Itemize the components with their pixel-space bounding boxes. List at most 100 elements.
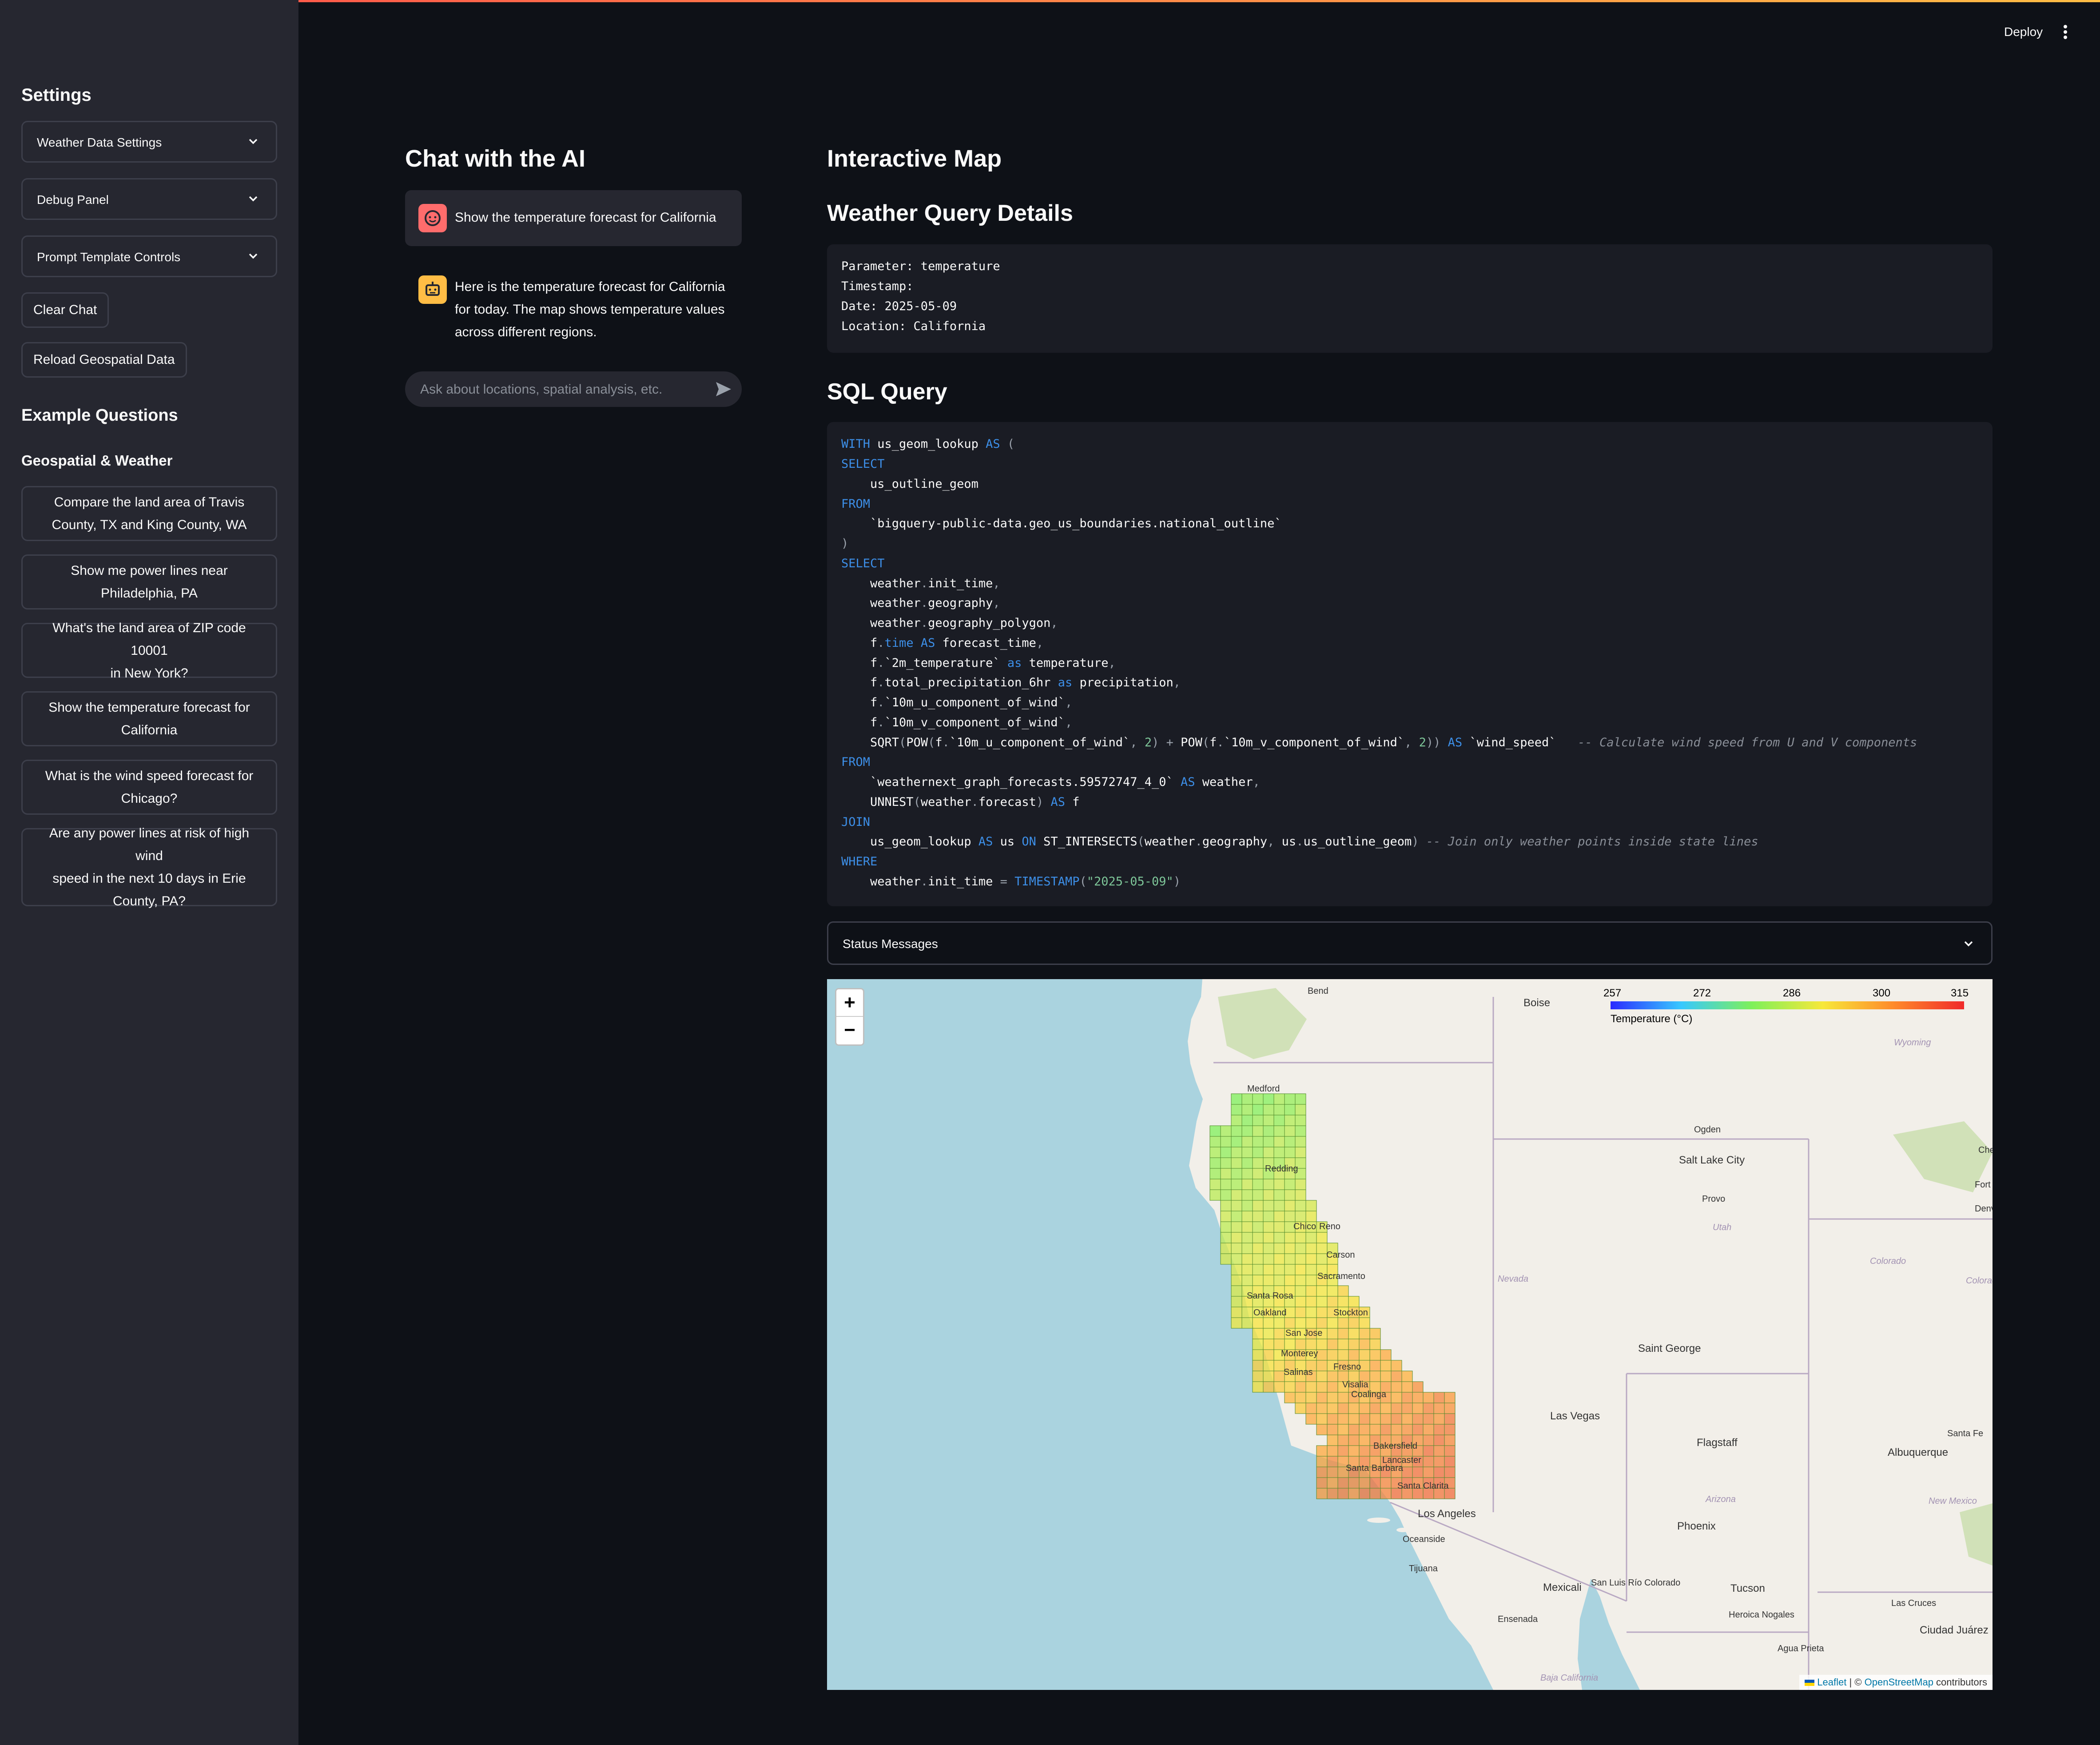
temperature-cell <box>1316 1307 1328 1318</box>
map-canvas[interactable] <box>827 979 1993 1690</box>
temperature-cell <box>1348 1424 1360 1435</box>
example-question-button[interactable]: Are any power lines at risk of high wind… <box>21 826 277 908</box>
openstreetmap-link[interactable]: OpenStreetMap <box>1865 1677 1933 1688</box>
temperature-cell <box>1220 1200 1232 1211</box>
temperature-cell <box>1273 1243 1285 1254</box>
temperature-cell <box>1231 1189 1242 1201</box>
channel-island <box>1396 1528 1409 1532</box>
temperature-cell <box>1241 1243 1253 1254</box>
temperature-cell <box>1273 1317 1285 1329</box>
temperature-cell <box>1252 1157 1264 1169</box>
assistant-message-line: Here is the temperature forecast for Cal… <box>455 279 725 294</box>
temperature-cell <box>1241 1253 1253 1265</box>
temperature-cell <box>1284 1243 1296 1254</box>
deploy-button[interactable]: Deploy <box>2004 25 2043 39</box>
temperature-cell <box>1231 1147 1242 1158</box>
send-icon[interactable] <box>714 380 732 398</box>
debug-panel-expander[interactable]: Debug Panel <box>21 178 277 220</box>
example-question-button[interactable]: What is the wind speed forecast for Chica… <box>21 760 277 815</box>
temperature-cell <box>1348 1434 1360 1446</box>
temperature-cell <box>1241 1232 1253 1243</box>
temperature-cell <box>1241 1115 1253 1126</box>
temperature-cell <box>1401 1466 1413 1478</box>
leaflet-link[interactable]: Leaflet <box>1817 1677 1846 1688</box>
temperature-cell <box>1380 1413 1392 1425</box>
map-place-label: Medford <box>1247 1084 1280 1094</box>
map-place-label: Carson <box>1326 1250 1355 1260</box>
temperature-cell <box>1241 1157 1253 1169</box>
assistant-message-line: across different regions. <box>455 325 597 339</box>
temperature-cell <box>1316 1392 1328 1403</box>
temperature-cell <box>1241 1264 1253 1275</box>
reload-geospatial-data-button[interactable]: Reload Geospatial Data <box>21 342 187 378</box>
temperature-cell <box>1263 1221 1274 1233</box>
clear-chat-button[interactable]: Clear Chat <box>21 292 109 328</box>
temperature-cell <box>1252 1211 1264 1222</box>
zoom-in-button[interactable]: + <box>836 989 863 1017</box>
prompt-template-controls-expander[interactable]: Prompt Template Controls <box>21 235 277 277</box>
temperature-cell <box>1284 1392 1296 1403</box>
temperature-cell <box>1252 1093 1264 1105</box>
weather-data-settings-expander[interactable]: Weather Data Settings <box>21 121 277 163</box>
temperature-cell <box>1401 1402 1413 1414</box>
temperature-cell <box>1273 1381 1285 1393</box>
temperature-cell <box>1337 1392 1349 1403</box>
temperature-cell <box>1305 1413 1317 1425</box>
example-question-button[interactable]: Show the temperature forecast for Califor… <box>21 691 277 746</box>
temperature-cell <box>1284 1232 1296 1243</box>
temperature-cell <box>1263 1093 1274 1105</box>
temperature-cell <box>1241 1136 1253 1147</box>
map-place-label: Bend <box>1308 986 1328 996</box>
example-question-button[interactable]: Show me power lines near Philadelphia, PA <box>21 554 277 610</box>
map-place-label: Tucson <box>1730 1582 1765 1594</box>
zoom-out-button[interactable]: − <box>836 1017 863 1044</box>
example-question-button[interactable]: What's the land area of ZIP code 10001 in… <box>21 621 277 681</box>
temperature-cell <box>1252 1275 1264 1286</box>
temperature-cell <box>1263 1243 1274 1254</box>
temperature-cell <box>1316 1360 1328 1371</box>
temperature-cell <box>1241 1221 1253 1233</box>
temperature-cell <box>1231 1093 1242 1105</box>
temperature-cell <box>1348 1328 1360 1339</box>
temperature-cell <box>1305 1339 1317 1350</box>
temperature-cell <box>1263 1189 1274 1201</box>
temperature-cell <box>1348 1477 1360 1489</box>
temperature-cell <box>1220 1157 1232 1169</box>
temperature-cell <box>1273 1179 1285 1190</box>
temperature-cell <box>1316 1381 1328 1393</box>
sql-query-title: SQL Query <box>827 379 947 405</box>
temperature-cell <box>1284 1339 1296 1350</box>
temperature-cell <box>1252 1232 1264 1243</box>
temperature-cell <box>1305 1307 1317 1318</box>
temperature-cell <box>1263 1211 1274 1222</box>
chevron-down-icon <box>249 139 258 144</box>
temperature-legend: 257 272 286 300 315 Temperature (°C) <box>1600 987 1969 1036</box>
map-place-label: Chey <box>1978 1145 1993 1155</box>
temperature-cell <box>1444 1402 1456 1414</box>
sql-line: WITH us_geom_lookup AS ( <box>841 437 1015 451</box>
chat-input[interactable]: Ask about locations, spatial analysis, e… <box>405 371 742 407</box>
question-line: Show the temperature forecast for <box>48 700 250 715</box>
temperature-cell <box>1391 1424 1402 1435</box>
main-menu-icon[interactable] <box>2061 24 2070 40</box>
chevron-down-icon <box>249 196 258 202</box>
temperature-cell <box>1316 1285 1328 1297</box>
temperature-cell <box>1231 1232 1242 1243</box>
temperature-cell <box>1295 1402 1306 1414</box>
temperature-cell <box>1220 1136 1232 1147</box>
temperature-cell <box>1433 1392 1445 1403</box>
temperature-cell <box>1337 1296 1349 1307</box>
temperature-cell <box>1316 1253 1328 1265</box>
temperature-cell <box>1295 1136 1306 1147</box>
detail-line: Date: 2025-05-09 <box>841 299 957 313</box>
temperature-cell <box>1295 1189 1306 1201</box>
temperature-cell <box>1337 1317 1349 1329</box>
temperature-cell <box>1263 1264 1274 1275</box>
top-decoration-bar <box>0 0 2100 2</box>
temperature-cell <box>1231 1317 1242 1329</box>
status-messages-expander[interactable]: Status Messages <box>827 921 1993 965</box>
example-question-button[interactable]: Compare the land area of Travis County, T… <box>21 486 277 541</box>
temperature-cell <box>1231 1211 1242 1222</box>
sql-line: SELECT <box>841 557 885 570</box>
interactive-map[interactable]: Boise Bend Medford Redding Chico Reno Carson Sa… <box>827 979 1993 1690</box>
